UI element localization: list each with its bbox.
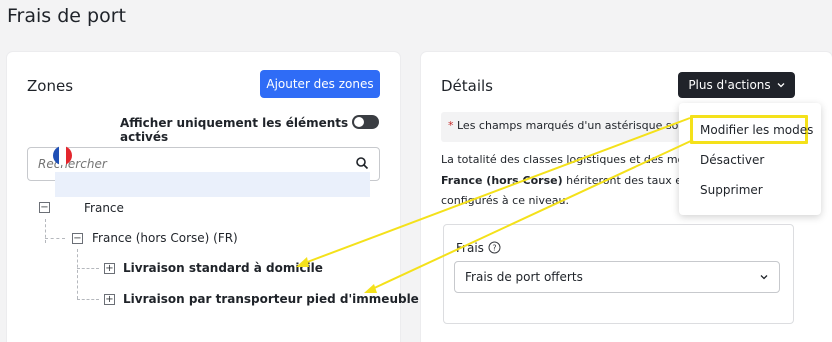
inheritance-description-line: La totalité des classes logistiques et d… bbox=[441, 153, 692, 166]
toggle-knob bbox=[354, 117, 364, 127]
collapse-region-toggle[interactable]: − bbox=[72, 233, 83, 244]
fees-select[interactable]: Frais de port offerts bbox=[454, 261, 780, 293]
chevron-down-icon bbox=[760, 275, 768, 280]
more-actions-menu: Modifier les modes Désactiver Supprimer bbox=[679, 103, 821, 215]
tree-connector bbox=[45, 238, 65, 239]
tree-node-standard-delivery[interactable]: Livraison standard à domicile bbox=[123, 261, 323, 275]
selected-row-highlight bbox=[55, 172, 370, 197]
menu-item-deactivate[interactable]: Désactiver bbox=[700, 153, 764, 167]
tree-node-carrier-delivery[interactable]: Livraison par transporteur pied d'immeub… bbox=[123, 292, 419, 306]
search-icon[interactable] bbox=[355, 156, 369, 170]
page-title: Frais de port bbox=[7, 5, 126, 27]
svg-text:?: ? bbox=[492, 244, 496, 253]
inheritance-description-line: configurés à ce niveau. bbox=[441, 194, 569, 207]
collapse-france-toggle[interactable]: − bbox=[39, 202, 50, 213]
chevron-down-icon bbox=[777, 83, 785, 88]
search-input[interactable] bbox=[38, 157, 338, 171]
fees-select-value: Frais de port offerts bbox=[465, 270, 583, 284]
details-title: Détails bbox=[441, 77, 494, 95]
expand-carrier-toggle[interactable]: + bbox=[104, 294, 115, 305]
tree-connector bbox=[77, 249, 78, 299]
help-icon[interactable]: ? bbox=[488, 241, 501, 254]
fees-label: Frais bbox=[456, 241, 484, 255]
tree-connector bbox=[45, 219, 46, 243]
tree-node-france[interactable]: France bbox=[84, 201, 124, 215]
active-only-toggle[interactable] bbox=[352, 115, 379, 129]
inheritance-description-line: France (hors Corse) hériteront des taux … bbox=[441, 174, 701, 187]
menu-item-modify-modes[interactable]: Modifier les modes bbox=[700, 123, 813, 137]
fees-section: Frais ? Frais de port offerts bbox=[443, 224, 794, 324]
required-notice: * Les champs marqués d'un astérisque son… bbox=[441, 112, 706, 142]
menu-item-delete[interactable]: Supprimer bbox=[700, 183, 763, 197]
tree-connector bbox=[77, 268, 99, 269]
required-notice-text: Les champs marqués d'un astérisque sont bbox=[453, 119, 690, 132]
zone-name-bold: France (hors Corse) bbox=[441, 174, 563, 187]
more-actions-button[interactable]: Plus d'actions bbox=[678, 72, 795, 98]
expand-standard-toggle[interactable]: + bbox=[104, 263, 115, 274]
tree-node-region[interactable]: France (hors Corse) (FR) bbox=[92, 231, 238, 245]
add-zones-button[interactable]: Ajouter des zones bbox=[260, 70, 380, 98]
france-flag-icon bbox=[53, 146, 72, 165]
zones-title: Zones bbox=[27, 77, 74, 95]
more-actions-label: Plus d'actions bbox=[688, 78, 771, 92]
tree-connector bbox=[77, 299, 99, 300]
